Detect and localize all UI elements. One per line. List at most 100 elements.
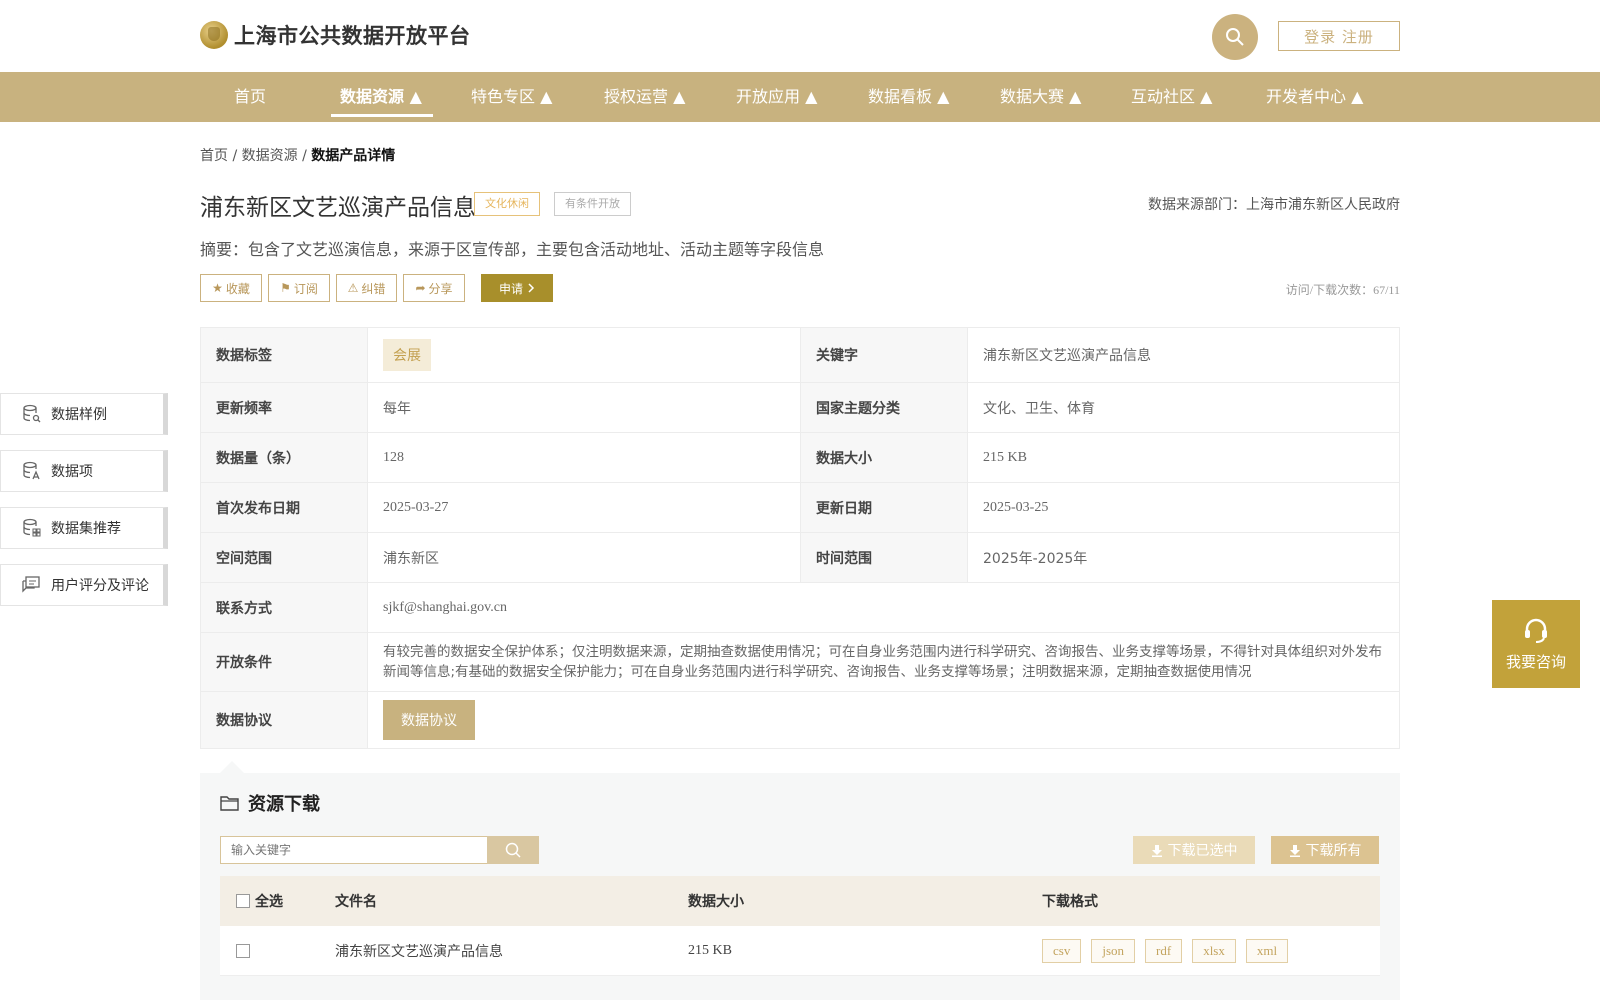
summary-text: 摘要：包含了文艺巡演信息，来源于区宣传部，主要包含活动地址、活动主题等字段信息 bbox=[200, 240, 825, 259]
info-label: 时间范围 bbox=[800, 532, 968, 583]
login-register-button[interactable]: 登录 注册 bbox=[1278, 21, 1400, 51]
nav-authorized-operation[interactable]: 授权运营 ▲ bbox=[604, 72, 685, 122]
section-pointer bbox=[220, 761, 244, 773]
row-size: 215 KB bbox=[688, 943, 732, 958]
breadcrumb-current: 数据产品详情 bbox=[311, 148, 396, 164]
format-rdf-button[interactable]: rdf bbox=[1145, 939, 1183, 963]
visit-download-count: 访问/下载次数：67/11 bbox=[1285, 283, 1400, 297]
info-row: 开放条件 有较完善的数据安全保护体系；仅注明数据来源，定期抽查数据使用情况；可在… bbox=[200, 632, 1400, 692]
download-selected-button[interactable]: 下载已选中 bbox=[1133, 836, 1255, 864]
header-search-button[interactable] bbox=[1212, 14, 1258, 60]
info-value: 2025-03-27 bbox=[367, 482, 801, 533]
side-nav-label: 用户评分及评论 bbox=[51, 578, 149, 594]
info-value: 每年 bbox=[367, 382, 801, 433]
bookmark-icon: ⚑ bbox=[280, 281, 291, 295]
apply-label: 申请 bbox=[498, 281, 523, 296]
download-title: 资源下载 bbox=[220, 790, 320, 816]
breadcrumb-separator: / bbox=[228, 148, 242, 164]
chevron-right-icon bbox=[528, 283, 535, 293]
apply-button[interactable]: 申请 bbox=[481, 274, 553, 302]
data-protocol-button[interactable]: 数据协议 bbox=[383, 700, 475, 740]
row-checkbox[interactable] bbox=[236, 944, 250, 958]
download-all-button[interactable]: 下载所有 bbox=[1271, 836, 1379, 864]
column-header-filename: 文件名 bbox=[335, 894, 377, 910]
warning-icon: ⚠ bbox=[347, 281, 359, 295]
info-row: 空间范围 浦东新区 时间范围 2025年-2025年 bbox=[200, 532, 1400, 583]
nav-featured-zones[interactable]: 特色专区 ▲ bbox=[471, 72, 552, 122]
nav-community[interactable]: 互动社区 ▲ bbox=[1131, 72, 1212, 122]
nav-developer-center[interactable]: 开发者中心 ▲ bbox=[1266, 72, 1363, 122]
report-label: 纠错 bbox=[361, 281, 386, 296]
side-nav-label: 数据样例 bbox=[51, 407, 107, 423]
download-selected-label: 下载已选中 bbox=[1167, 843, 1238, 859]
report-error-button[interactable]: ⚠ 纠错 bbox=[336, 274, 397, 302]
breadcrumb-separator: / bbox=[297, 148, 312, 164]
search-icon bbox=[505, 842, 521, 858]
nav-home[interactable]: 首页 bbox=[234, 72, 266, 122]
row-select[interactable] bbox=[236, 926, 250, 976]
row-formats: csv json rdf xlsx xml bbox=[1042, 926, 1298, 976]
side-nav-label: 数据项 bbox=[51, 464, 93, 480]
format-csv-button[interactable]: csv bbox=[1042, 939, 1082, 963]
download-search-input[interactable] bbox=[220, 836, 488, 864]
info-label: 更新日期 bbox=[800, 482, 968, 533]
share-label: 分享 bbox=[428, 281, 453, 296]
info-value: 浦东新区文艺巡演产品信息 bbox=[967, 327, 1400, 383]
top-header: 上海市公共数据开放平台 登录 注册 bbox=[0, 0, 1600, 72]
download-title-text: 资源下载 bbox=[248, 794, 320, 815]
breadcrumb-home[interactable]: 首页 bbox=[200, 148, 228, 164]
side-nav-data-items[interactable]: 数据项 bbox=[0, 450, 168, 492]
download-icon bbox=[1151, 844, 1162, 857]
database-text-icon bbox=[23, 461, 40, 480]
format-json-button[interactable]: json bbox=[1091, 939, 1136, 963]
favorite-button[interactable]: ★ 收藏 bbox=[200, 274, 262, 302]
database-grid-icon bbox=[23, 518, 41, 537]
select-all-checkbox[interactable] bbox=[236, 894, 250, 908]
download-icon bbox=[1289, 844, 1300, 857]
breadcrumb-resources[interactable]: 数据资源 bbox=[242, 148, 298, 164]
info-label: 关键字 bbox=[800, 327, 968, 383]
download-table-header: 全选 文件名 数据大小 下载格式 bbox=[220, 876, 1380, 926]
download-search-button[interactable] bbox=[487, 836, 539, 864]
format-xlsx-button[interactable]: xlsx bbox=[1192, 939, 1236, 963]
page-title: 浦东新区文艺巡演产品信息 bbox=[200, 195, 476, 221]
info-value: 2025年-2025年 bbox=[967, 532, 1400, 583]
share-icon: ➦ bbox=[415, 281, 426, 295]
info-label: 数据大小 bbox=[800, 432, 968, 483]
select-all[interactable]: 全选 bbox=[236, 876, 283, 926]
consult-label: 我要咨询 bbox=[1505, 652, 1566, 671]
side-nav-dataset-recommend[interactable]: 数据集推荐 bbox=[0, 507, 168, 549]
favorite-label: 收藏 bbox=[225, 281, 250, 296]
open-conditions: 有较完善的数据安全保护体系；仅注明数据来源，定期抽查数据使用情况；可在自身业务范… bbox=[367, 632, 1400, 692]
main-nav: 首页 数据资源 ▲ 特色专区 ▲ 授权运营 ▲ 开放应用 ▲ 数据看板 ▲ 数据… bbox=[0, 72, 1600, 122]
site-title: 上海市公共数据开放平台 bbox=[234, 24, 471, 48]
nav-open-apps[interactable]: 开放应用 ▲ bbox=[736, 72, 817, 122]
column-header-format: 下载格式 bbox=[1042, 894, 1098, 910]
side-nav-data-sample[interactable]: 数据样例 bbox=[0, 393, 168, 435]
data-tag-chip[interactable]: 会展 bbox=[383, 339, 431, 371]
info-value: 会展 bbox=[367, 327, 801, 383]
folder-icon bbox=[220, 796, 239, 811]
headset-icon bbox=[1525, 618, 1547, 643]
info-value: 128 bbox=[367, 432, 801, 483]
database-search-icon bbox=[23, 404, 41, 423]
subscribe-button[interactable]: ⚑ 订阅 bbox=[268, 274, 330, 302]
share-button[interactable]: ➦ 分享 bbox=[403, 274, 465, 302]
format-xml-button[interactable]: xml bbox=[1245, 939, 1289, 963]
info-value: 文化、卫生、体育 bbox=[967, 382, 1400, 433]
consult-button[interactable]: 我要咨询 bbox=[1492, 600, 1580, 688]
nav-data-dashboard[interactable]: 数据看板 ▲ bbox=[868, 72, 949, 122]
side-nav-ratings-comments[interactable]: 用户评分及评论 bbox=[0, 564, 168, 606]
select-all-label: 全选 bbox=[255, 894, 283, 910]
info-label: 联系方式 bbox=[200, 582, 368, 633]
site-logo[interactable]: 上海市公共数据开放平台 bbox=[200, 20, 471, 50]
category-tag: 文化休闲 bbox=[474, 192, 540, 216]
breadcrumb: 首页 / 数据资源 / 数据产品详情 bbox=[200, 145, 395, 165]
nav-data-contest[interactable]: 数据大赛 ▲ bbox=[1000, 72, 1081, 122]
info-label: 数据协议 bbox=[200, 691, 368, 749]
open-level-tag: 有条件开放 bbox=[554, 192, 631, 216]
info-row: 首次发布日期 2025-03-27 更新日期 2025-03-25 bbox=[200, 482, 1400, 533]
info-label: 数据标签 bbox=[200, 327, 368, 383]
info-value: 数据协议 bbox=[367, 691, 1400, 749]
info-label: 国家主题分类 bbox=[800, 382, 968, 433]
